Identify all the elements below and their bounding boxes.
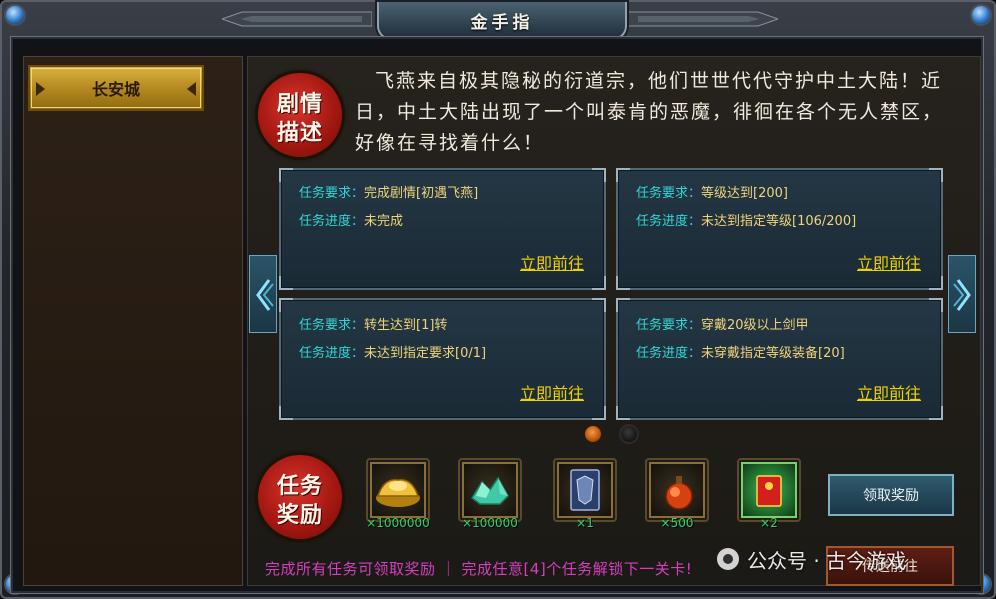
task-prog-value: 未达到指定等级[106/200] xyxy=(701,214,857,229)
gold-ingot-icon xyxy=(376,479,420,507)
arrow-left-icon xyxy=(36,82,45,96)
task-card: 任务要求：完成剧情[初遇飞燕] 任务进度：未完成 立即前往 xyxy=(279,168,606,290)
task-req-key: 任务要求： xyxy=(299,318,365,333)
go-now-link[interactable]: 立即前往 xyxy=(857,250,921,274)
task-prog-value: 未完成 xyxy=(364,214,404,229)
jade-crystal-icon xyxy=(470,476,509,505)
task-prog-key: 任务进度： xyxy=(299,214,365,229)
prev-page-button[interactable] xyxy=(249,255,277,333)
watermark-text: 公众号 · 古今游戏 xyxy=(747,548,907,573)
task-prog-value: 未穿戴指定等级装备[20] xyxy=(701,346,845,361)
story-badge-line2: 描述 xyxy=(276,121,323,146)
reward-badge-line2: 奖励 xyxy=(276,503,323,528)
task-prog-key: 任务进度： xyxy=(299,346,365,361)
wechat-icon xyxy=(717,548,739,570)
reward-badge-line1: 任务 xyxy=(276,474,323,499)
reward-item[interactable]: ×100000 xyxy=(456,458,524,530)
reward-badge: 任务 奖励 xyxy=(258,455,342,539)
task-prog-key: 任务进度： xyxy=(636,346,702,361)
reward-qty: ×1 xyxy=(576,516,594,530)
task-card: 任务要求：转生达到[1]转 任务进度：未达到指定要求[0/1] 立即前往 xyxy=(279,298,606,420)
page-dot[interactable] xyxy=(619,424,639,444)
task-req-value: 穿戴20级以上剑甲 xyxy=(701,318,809,333)
task-card: 任务要求：等级达到[200] 任务进度：未达到指定等级[106/200] 立即前… xyxy=(616,168,943,290)
reward-qty: ×100000 xyxy=(462,516,518,530)
chevron-left-icon xyxy=(256,279,274,311)
story-badge-line1: 剧情 xyxy=(276,92,323,117)
task-req-key: 任务要求： xyxy=(636,318,702,333)
watermark: 公众号 · 古今游戏 xyxy=(717,546,907,573)
page-dot-active[interactable] xyxy=(583,424,603,444)
wing-ornament-icon xyxy=(222,11,372,27)
chevron-right-icon xyxy=(953,279,971,311)
task-prog-key: 任务进度： xyxy=(636,214,702,229)
go-now-link[interactable]: 立即前往 xyxy=(520,380,584,404)
armor-card-icon xyxy=(570,469,600,511)
task-prog-value: 未达到指定要求[0/1] xyxy=(364,346,487,361)
reward-qty: ×500 xyxy=(660,516,694,530)
sidebar-item-changan[interactable]: 长安城 xyxy=(28,65,204,111)
story-badge: 剧情 描述 xyxy=(258,73,342,157)
go-now-link[interactable]: 立即前往 xyxy=(857,380,921,404)
gourd-potion-icon xyxy=(665,476,693,510)
task-req-key: 任务要求： xyxy=(636,186,702,201)
window-title: 金手指 xyxy=(470,13,534,33)
claim-reward-button[interactable]: 领取奖励 xyxy=(828,474,954,516)
task-req-value: 转生达到[1]转 xyxy=(364,318,448,333)
next-page-button[interactable] xyxy=(948,255,976,333)
reward-item[interactable]: ×1000000 xyxy=(364,458,432,530)
sidebar: 长安城 xyxy=(23,56,243,586)
arrow-right-icon xyxy=(187,82,196,96)
wing-ornament-icon xyxy=(628,11,778,27)
task-req-key: 任务要求： xyxy=(299,186,365,201)
sidebar-item-label: 长安城 xyxy=(91,80,140,99)
story-text: 飞燕来自极其隐秘的衍道宗，他们世世代代守护中土大陆！近日，中土大陆出现了一个叫泰… xyxy=(355,70,944,154)
title-plaque: 金手指 xyxy=(377,2,627,40)
reward-item[interactable]: ×1 xyxy=(551,458,619,530)
corner-gem-icon xyxy=(972,6,990,24)
red-envelope-icon xyxy=(756,475,782,507)
task-card: 任务要求：穿戴20级以上剑甲 任务进度：未穿戴指定等级装备[20] 立即前往 xyxy=(616,298,943,420)
footer-hint: 完成所有任务可领取奖励 ｜ 完成任意[4]个任务解锁下一关卡! xyxy=(265,560,693,578)
task-req-value: 等级达到[200] xyxy=(701,186,788,201)
reward-qty: ×2 xyxy=(760,516,778,530)
reward-item[interactable]: ×2 xyxy=(735,458,803,530)
corner-gem-icon xyxy=(6,6,24,24)
reward-item[interactable]: ×500 xyxy=(643,458,711,530)
task-req-value: 完成剧情[初遇飞燕] xyxy=(364,186,479,201)
go-now-link[interactable]: 立即前往 xyxy=(520,250,584,274)
reward-qty: ×1000000 xyxy=(366,516,430,530)
